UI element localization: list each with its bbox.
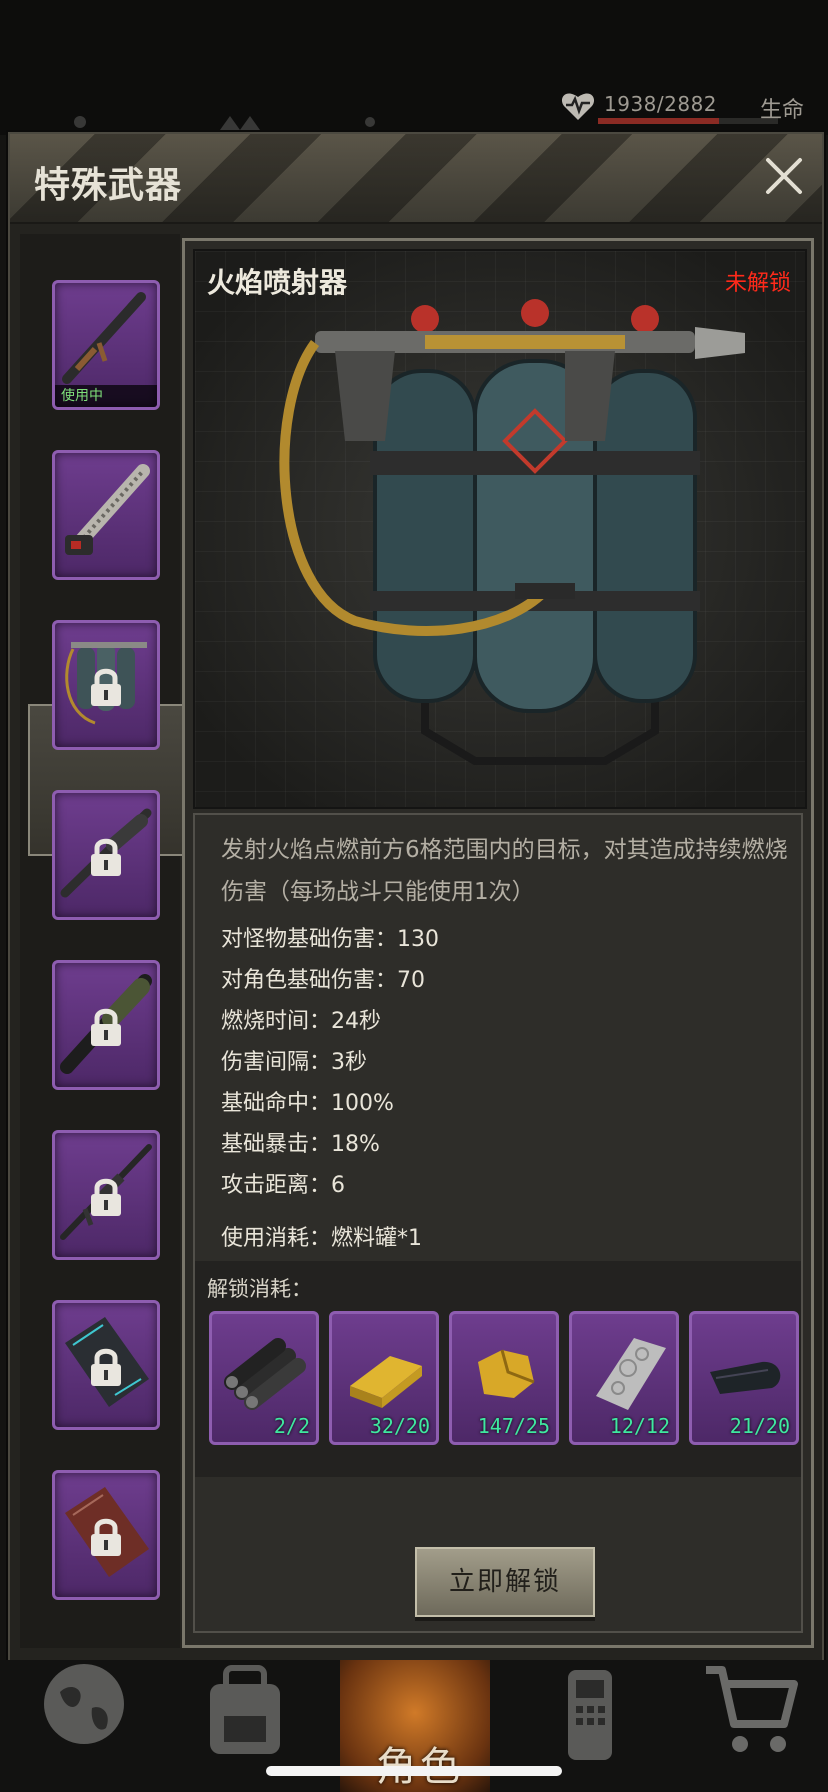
lock-icon (91, 1518, 121, 1556)
lock-icon (91, 668, 121, 706)
resource-slot-rubber-strip[interactable]: 21/20 (689, 1311, 799, 1445)
weapon-slot-bazooka[interactable] (52, 960, 160, 1090)
resource-count: 21/20 (729, 1414, 790, 1438)
globe-icon[interactable] (36, 1664, 136, 1774)
weapon-slot-rocket-launcher[interactable]: 使用中 (52, 280, 160, 410)
lock-icon (91, 1008, 121, 1046)
weapon-slot-rpg[interactable] (52, 790, 160, 920)
stat-crit-rate: 基础暴击：18% (221, 1132, 380, 1157)
stat-attack-range: 攻击距离：6 (221, 1173, 345, 1198)
unlock-cost-label: 解锁消耗： (207, 1277, 312, 1301)
stat-monster-damage: 对怪物基础伤害：130 (221, 927, 439, 952)
close-icon[interactable] (762, 154, 806, 198)
stat-character-damage: 对角色基础伤害：70 (221, 968, 425, 993)
resource-count: 2/2 (273, 1414, 310, 1438)
special-weapons-dialog: 特殊武器 使用中 火焰喷射器 未解锁 发射火焰点燃前方6格范围内的目标，对其造成… (8, 132, 824, 1664)
metal-plate-icon (596, 1338, 666, 1410)
home-indicator[interactable] (266, 1766, 562, 1776)
in-use-badge: 使用中 (55, 385, 157, 407)
lock-icon (91, 838, 121, 876)
weapon-description: 发射火焰点燃前方6格范围内的目标，对其造成持续燃烧伤害（每场战斗只能使用1次） (221, 837, 788, 905)
weapon-info-box: 发射火焰点燃前方6格范围内的目标，对其造成持续燃烧伤害（每场战斗只能使用1次） … (193, 813, 803, 1633)
cart-icon[interactable] (700, 1664, 800, 1774)
dialog-header: 特殊武器 (10, 134, 822, 224)
usage-consumption: 使用消耗：燃料罐*1 (221, 1226, 422, 1251)
weapon-slot-tech-case[interactable] (52, 1300, 160, 1430)
resource-slot-metal-plate[interactable]: 12/12 (569, 1311, 679, 1445)
nav-character-label: 角色 (376, 1734, 464, 1792)
resource-slot-gold-nugget[interactable]: 147/25 (449, 1311, 559, 1445)
rubber-strip-icon (710, 1361, 781, 1394)
gold-nugget-icon (478, 1349, 535, 1398)
stat-hit-rate: 基础命中：100% (221, 1091, 394, 1116)
resource-count: 32/20 (369, 1414, 430, 1438)
backpack-icon[interactable] (196, 1664, 296, 1774)
dialog-title: 特殊武器 (34, 165, 183, 206)
chainsaw-icon (65, 464, 150, 555)
resource-slot-pipes[interactable]: 2/2 (209, 1311, 319, 1445)
unlock-cost-area: 解锁消耗： 2/2 32/20 147/25 12/12 21/20 (195, 1261, 801, 1477)
lock-icon (91, 1178, 121, 1216)
weapon-list: 使用中 (20, 234, 186, 1648)
heart-icon (561, 93, 595, 120)
weapon-slot-chainsaw[interactable] (52, 450, 160, 580)
background-toolbar-icons (70, 110, 430, 130)
stat-burn-time: 燃烧时间：24秒 (221, 1009, 381, 1034)
phone-icon[interactable] (540, 1664, 640, 1774)
resource-slot-gold-bar[interactable]: 32/20 (329, 1311, 439, 1445)
health-indicator: 1938/2882 生命 (560, 88, 828, 128)
pipes-icon (224, 1338, 306, 1410)
gold-bar-icon (350, 1356, 422, 1408)
stat-damage-interval: 伤害间隔：3秒 (221, 1050, 367, 1075)
lock-icon (91, 1348, 121, 1386)
flamethrower-illustration (279, 299, 745, 765)
hp-bar-fill (598, 118, 719, 124)
hp-value: 1938/2882 (604, 92, 718, 116)
weapon-preview: 火焰喷射器 未解锁 (193, 249, 807, 809)
unlock-now-button[interactable]: 立即解锁 (415, 1547, 595, 1617)
hp-label: 生命 (760, 98, 805, 123)
resource-count: 147/25 (477, 1414, 550, 1438)
resource-count: 12/12 (609, 1414, 670, 1438)
weapon-slot-flamethrower[interactable] (52, 620, 160, 750)
weapon-slot-red-case[interactable] (52, 1470, 160, 1600)
hp-bar (598, 118, 778, 124)
weapon-detail-panel: 火焰喷射器 未解锁 发射火焰点燃前方6格范围内的目标，对其造成持续燃烧伤害（每场… (182, 238, 814, 1648)
weapon-slot-sniper-rifle[interactable] (52, 1130, 160, 1260)
